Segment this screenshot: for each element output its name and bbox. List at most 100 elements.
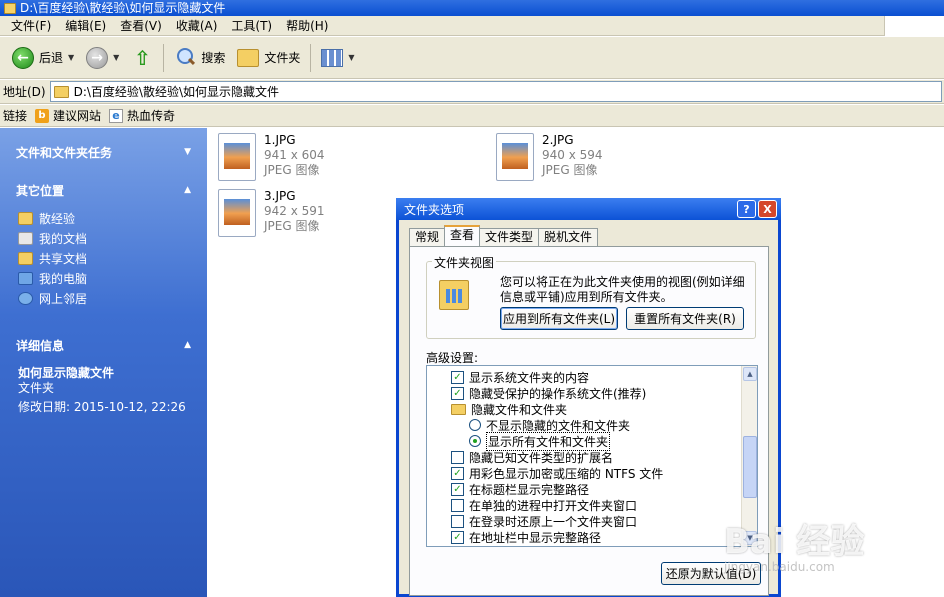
place-shared-documents[interactable]: 共享文档: [0, 248, 207, 268]
radio-checked[interactable]: [469, 435, 481, 447]
file-type: JPEG 图像: [264, 163, 320, 177]
setting-full-path-address[interactable]: ✓ 在地址栏中显示完整路径: [451, 529, 601, 545]
details-modified: 修改日期: 2015-10-12, 22:26: [18, 400, 186, 414]
place-label: 散经验: [39, 211, 76, 226]
address-input[interactable]: D:\百度经验\散经验\如何显示隐藏文件: [49, 81, 942, 102]
ie-icon: e: [109, 108, 124, 123]
link-suggested-sites[interactable]: b 建议网站: [35, 107, 101, 124]
setting-label: 在地址栏中显示完整路径: [469, 530, 602, 545]
place-network[interactable]: 网上邻居: [0, 288, 207, 308]
views-icon: [321, 48, 344, 67]
help-button[interactable]: ?: [737, 200, 756, 218]
checkbox-checked[interactable]: ✓: [451, 466, 464, 480]
forward-button[interactable]: → ▼: [80, 42, 125, 74]
apply-all-folders-button[interactable]: 应用到所有文件夹(L): [500, 307, 618, 330]
chevron-down-icon[interactable]: ▼: [184, 147, 191, 157]
menu-favorites[interactable]: 收藏(A): [169, 17, 225, 34]
back-button[interactable]: ← 后退 ▼: [6, 42, 80, 74]
other-places-header[interactable]: 其它位置 ▲: [0, 178, 207, 202]
menu-bar: 文件(F) 编辑(E) 查看(V) 收藏(A) 工具(T) 帮助(H): [0, 16, 944, 36]
place-san-jingyan[interactable]: 散经验: [0, 208, 207, 228]
watermark-url: jingyan.baidu.com: [724, 560, 835, 574]
file-item[interactable]: 2.JPG 940 x 594 JPEG 图像: [496, 133, 603, 181]
tab-general[interactable]: 常规: [409, 228, 446, 246]
menu-file[interactable]: 文件(F): [4, 17, 58, 34]
checkbox-checked[interactable]: ✓: [451, 530, 464, 544]
file-name: 3.JPG: [264, 189, 296, 203]
toolbar-divider: [310, 43, 312, 72]
address-bar: 地址(D) D:\百度经验\散经验\如何显示隐藏文件: [0, 80, 944, 104]
setting-label: 在单独的进程中打开文件夹窗口: [469, 498, 638, 513]
window-titlebar[interactable]: D:\百度经验\散经验\如何显示隐藏文件: [0, 0, 944, 16]
details-type: 文件夹: [18, 381, 55, 395]
scroll-thumb[interactable]: [743, 436, 757, 498]
documents-icon: [18, 231, 33, 245]
file-type: JPEG 图像: [542, 163, 598, 177]
checkbox-checked[interactable]: ✓: [451, 386, 464, 400]
setting-separate-process[interactable]: 在单独的进程中打开文件夹窗口: [451, 497, 637, 513]
file-tasks-header[interactable]: 文件和文件夹任务 ▼: [0, 140, 207, 164]
menu-tools[interactable]: 工具(T): [224, 17, 279, 34]
search-button[interactable]: 搜索: [168, 42, 231, 74]
windows-logo: [884, 16, 944, 36]
folders-label: 文件夹: [264, 51, 301, 65]
checkbox-checked[interactable]: ✓: [451, 482, 464, 496]
chevron-down-icon: ▼: [348, 53, 355, 62]
checkbox-unchecked[interactable]: [451, 514, 464, 528]
file-dimensions: 942 x 591: [264, 204, 325, 218]
place-label: 共享文档: [39, 251, 88, 266]
setting-label: 隐藏文件和文件夹: [471, 402, 568, 417]
chevron-down-icon[interactable]: ▼: [113, 53, 119, 62]
setting-hide-extensions[interactable]: 隐藏已知文件类型的扩展名: [451, 449, 613, 465]
tab-file-types[interactable]: 文件类型: [479, 228, 540, 246]
tab-view[interactable]: 查看: [444, 225, 481, 246]
setting-label: 用彩色显示加密或压缩的 NTFS 文件: [469, 466, 664, 481]
menu-edit[interactable]: 编辑(E): [58, 17, 113, 34]
jpeg-file-icon: [218, 133, 256, 181]
checkbox-unchecked[interactable]: [451, 450, 464, 464]
views-button[interactable]: ▼: [315, 42, 360, 74]
tab-offline-files[interactable]: 脱机文件: [538, 228, 599, 246]
reset-all-folders-button[interactable]: 重置所有文件夹(R): [626, 307, 744, 330]
advanced-settings-label: 高级设置:: [426, 351, 479, 365]
back-label: 后退: [39, 51, 64, 65]
checkbox-checked[interactable]: ✓: [451, 370, 464, 384]
dialog-titlebar[interactable]: 文件夹选项 ? X: [396, 198, 781, 220]
links-label: 链接: [3, 109, 28, 123]
checkbox-unchecked[interactable]: [451, 498, 464, 512]
menu-help[interactable]: 帮助(H): [279, 17, 335, 34]
view-tab-panel: 文件夹视图 您可以将正在为此文件夹使用的视图(例如详细信息或平铺)应用到所有文件…: [409, 246, 769, 596]
advanced-settings-list[interactable]: ✓ 显示系统文件夹的内容 ✓ 隐藏受保护的操作系统文件(推荐) 隐藏文件和文件夹…: [426, 365, 758, 547]
details-header[interactable]: 详细信息 ▲: [0, 333, 207, 357]
setting-full-path-titlebar[interactable]: ✓ 在标题栏显示完整路径: [451, 481, 589, 497]
setting-color-ntfs[interactable]: ✓ 用彩色显示加密或压缩的 NTFS 文件: [451, 465, 663, 481]
toolbar: ← 后退 ▼ → ▼ ⇧ 搜索 文件夹 ▼: [0, 37, 944, 79]
link-legend-game[interactable]: e 热血传奇: [109, 107, 175, 124]
file-item[interactable]: 3.JPG 942 x 591 JPEG 图像: [218, 189, 325, 237]
watermark-text: Bai 经验: [724, 522, 865, 562]
chevron-down-icon[interactable]: ▼: [68, 53, 74, 62]
setting-label: 在标题栏显示完整路径: [469, 482, 590, 497]
chevron-up-icon[interactable]: ▲: [184, 340, 191, 350]
address-label: 地址(D): [3, 85, 46, 99]
setting-show-system-folder-contents[interactable]: ✓ 显示系统文件夹的内容: [451, 369, 589, 385]
other-places-title: 其它位置: [16, 183, 65, 198]
folder-icon: [53, 85, 69, 98]
place-my-documents[interactable]: 我的文档: [0, 228, 207, 248]
file-item[interactable]: 1.JPG 941 x 604 JPEG 图像: [218, 133, 325, 181]
folders-button[interactable]: 文件夹: [231, 42, 306, 74]
place-my-computer[interactable]: 我的电脑: [0, 268, 207, 288]
folder-views-legend: 文件夹视图: [432, 254, 497, 271]
setting-hide-protected-os-files[interactable]: ✓ 隐藏受保护的操作系统文件(推荐): [451, 385, 646, 401]
network-icon: [18, 291, 33, 305]
setting-show-all-hidden[interactable]: 显示所有文件和文件夹: [469, 431, 611, 451]
close-button[interactable]: X: [758, 200, 777, 218]
menu-view[interactable]: 查看(V): [113, 17, 169, 34]
file-name: 1.JPG: [264, 133, 296, 147]
up-button[interactable]: ⇧: [125, 42, 159, 74]
scroll-up-icon[interactable]: ▲: [743, 367, 757, 381]
chevron-up-icon[interactable]: ▲: [184, 185, 191, 195]
setting-restore-windows[interactable]: 在登录时还原上一个文件夹窗口: [451, 513, 637, 529]
radio-unchecked[interactable]: [469, 419, 481, 431]
dialog-title: 文件夹选项: [404, 202, 465, 217]
